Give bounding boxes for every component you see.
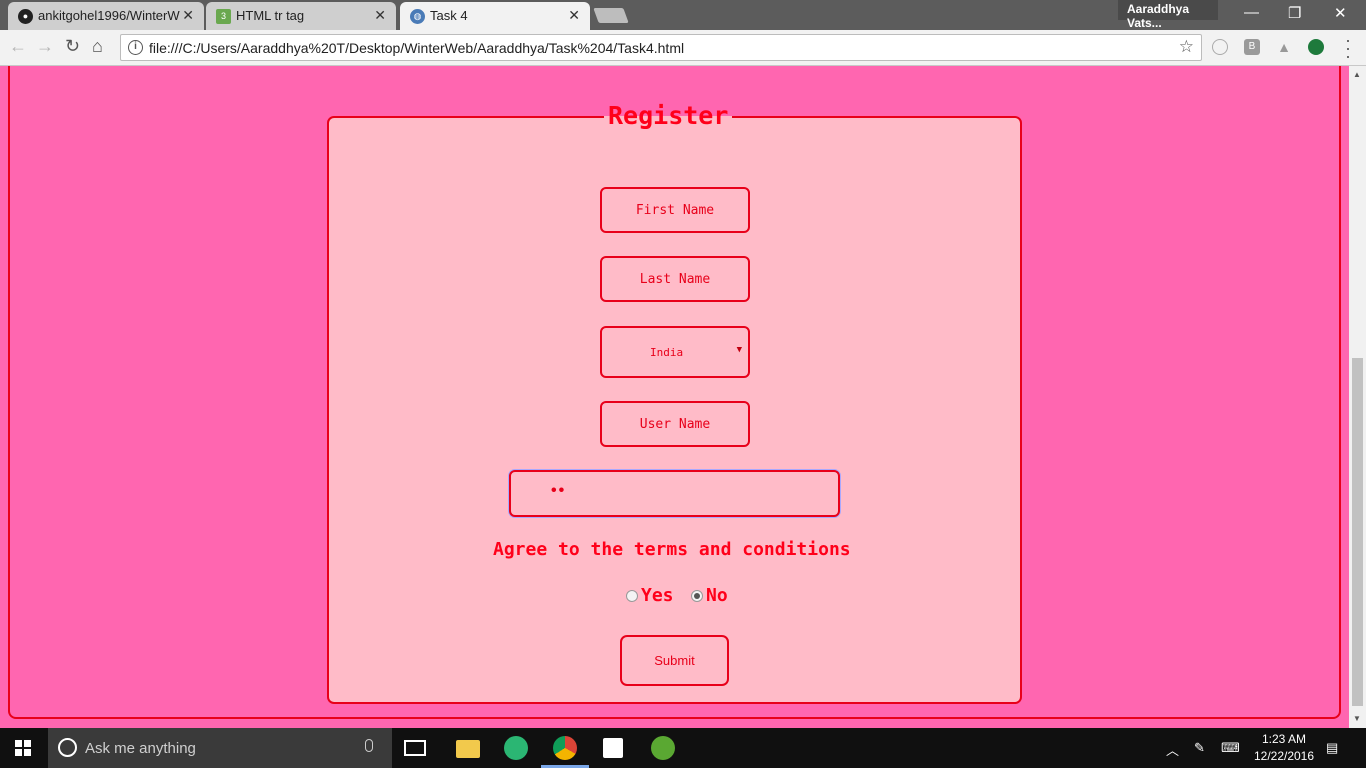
radio-no[interactable]: [691, 590, 703, 602]
menu-icon[interactable]: · · ·: [1345, 31, 1351, 65]
globe-icon: ◍: [410, 9, 425, 24]
scrollbar-thumb[interactable]: [1352, 358, 1363, 706]
submit-button[interactable]: Submit: [620, 635, 729, 686]
tab-html-tr-tag[interactable]: 3 HTML tr tag ✕: [206, 2, 396, 30]
cortana-search-box[interactable]: Ask me anything: [48, 728, 392, 768]
username-input[interactable]: [600, 401, 750, 447]
chrome-icon[interactable]: [553, 736, 577, 760]
password-masked-value: ••: [551, 482, 567, 499]
clock[interactable]: 1:23 AM 12/22/2016: [1250, 731, 1318, 765]
close-icon[interactable]: ✕: [374, 7, 386, 24]
tab-label: HTML tr tag: [236, 8, 305, 23]
register-legend: Register: [604, 99, 733, 133]
scroll-up-icon[interactable]: ▲: [1353, 70, 1361, 79]
last-name-input[interactable]: [600, 256, 750, 302]
w3schools-icon: 3: [216, 9, 231, 24]
extension-b-icon[interactable]: B: [1244, 39, 1260, 55]
drive-icon[interactable]: ▲: [1276, 39, 1292, 55]
close-icon[interactable]: ✕: [182, 7, 194, 24]
radio-no-label: No: [706, 585, 728, 606]
restore-icon[interactable]: ❐: [1288, 4, 1301, 22]
search-placeholder: Ask me anything: [85, 740, 196, 757]
close-icon[interactable]: ✕: [568, 7, 580, 24]
close-window-icon[interactable]: ✕: [1334, 4, 1347, 22]
utorrent-icon[interactable]: [651, 736, 675, 760]
keyboard-icon[interactable]: ⌨: [1221, 740, 1240, 756]
windows-start-icon[interactable]: [15, 740, 31, 756]
country-select[interactable]: India ▼: [600, 326, 750, 378]
terms-label: Agree to the terms and conditions: [493, 539, 851, 560]
minimize-icon[interactable]: —: [1244, 4, 1259, 21]
back-icon[interactable]: ←: [9, 36, 27, 57]
extension-green-icon[interactable]: [1308, 39, 1324, 55]
browser-toolbar: ← → ↻ ⌂ i file:///C:/Users/Aaraddhya%20T…: [0, 30, 1366, 66]
extension-circle-icon[interactable]: [1212, 39, 1228, 55]
country-selected-value: India: [650, 346, 684, 359]
cortana-icon: [58, 738, 77, 757]
task-view-icon[interactable]: [404, 740, 426, 756]
forward-icon[interactable]: →: [36, 36, 54, 57]
github-icon: ●: [18, 9, 33, 24]
tab-task-4[interactable]: ◍ Task 4 ✕: [400, 2, 590, 30]
atom-icon[interactable]: [504, 736, 528, 760]
tab-label: Task 4: [430, 8, 468, 23]
address-bar[interactable]: i file:///C:/Users/Aaraddhya%20T/Desktop…: [120, 34, 1202, 61]
clock-date: 12/22/2016: [1253, 749, 1315, 763]
tray-chevron-up-icon[interactable]: ︿: [1166, 740, 1179, 759]
tab-label: ankitgohel1996/WinterW: [38, 8, 180, 23]
store-icon[interactable]: [603, 738, 623, 758]
bookmark-star-icon[interactable]: ☆: [1179, 37, 1194, 57]
first-name-input[interactable]: [600, 187, 750, 233]
clock-time: 1:23 AM: [1261, 732, 1307, 746]
reload-icon[interactable]: ↻: [65, 36, 80, 57]
pen-icon[interactable]: ✎: [1194, 740, 1205, 756]
file-explorer-icon[interactable]: [456, 740, 480, 758]
browser-tab-bar: ● ankitgohel1996/WinterW ✕ 3 HTML tr tag…: [0, 0, 1366, 30]
home-icon[interactable]: ⌂: [92, 36, 103, 57]
radio-yes[interactable]: [626, 590, 638, 602]
new-tab-button[interactable]: [593, 8, 629, 23]
notifications-icon[interactable]: ▤: [1326, 740, 1338, 756]
radio-yes-label: Yes: [641, 585, 674, 606]
profile-button[interactable]: Aaraddhya Vats...: [1118, 0, 1218, 30]
microphone-icon[interactable]: [365, 739, 373, 752]
dropdown-arrow-icon: ▼: [736, 345, 742, 355]
tab-github[interactable]: ● ankitgohel1996/WinterW ✕: [8, 2, 204, 30]
password-input[interactable]: ••: [509, 470, 840, 517]
windows-taskbar: Ask me anything ︿ ✎ ⌨ 1:23 AM 12/22/2016…: [0, 728, 1366, 768]
scrollbar[interactable]: ▲ ▼: [1349, 66, 1366, 728]
url-text[interactable]: file:///C:/Users/Aaraddhya%20T/Desktop/W…: [149, 40, 684, 56]
info-icon[interactable]: i: [128, 40, 143, 55]
scroll-down-icon[interactable]: ▼: [1353, 714, 1361, 723]
